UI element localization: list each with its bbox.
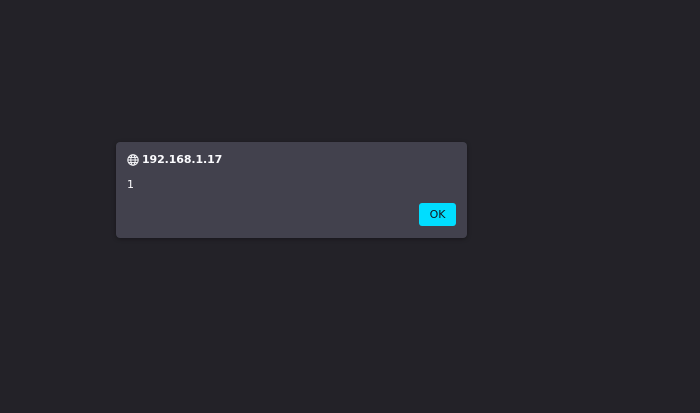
alert-dialog: 192.168.1.17 1 OK (116, 142, 467, 238)
dialog-origin: 192.168.1.17 (142, 153, 223, 166)
dialog-header: 192.168.1.17 (127, 152, 222, 168)
globe-icon (127, 154, 139, 166)
browser-page: 192.168.1.17 1 OK (0, 0, 700, 413)
dialog-message: 1 (127, 178, 134, 191)
ok-button[interactable]: OK (419, 203, 456, 226)
